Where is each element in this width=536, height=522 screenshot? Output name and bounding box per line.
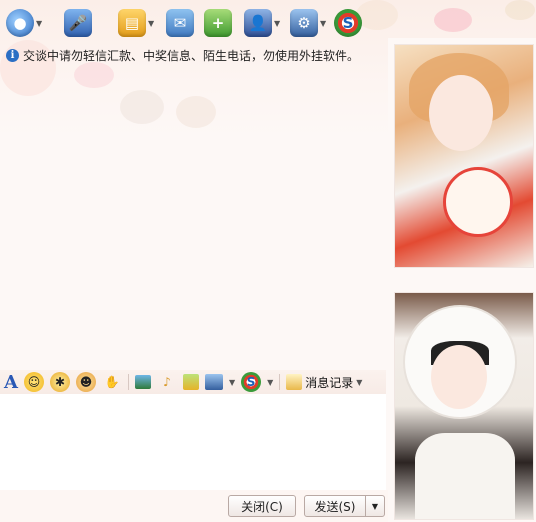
send-options-button[interactable]: ▼ (365, 495, 385, 517)
chevron-down-icon[interactable]: ▼ (320, 19, 326, 28)
screenshot-icon[interactable] (204, 374, 223, 390)
notice-text: 交谈中请勿轻信汇款、中奖信息、陌生电话，勿使用外挂软件。 (23, 48, 360, 63)
shake-window-icon[interactable]: ☻ (75, 372, 96, 392)
image-icon[interactable] (134, 375, 151, 389)
sogou-button[interactable]: S (334, 6, 362, 40)
gift-icon[interactable] (182, 374, 199, 390)
contact-card-icon: 👤 (244, 9, 272, 37)
music-icon[interactable]: ♪ (157, 372, 177, 392)
chat-window: ● ▼ 🎤 ▤ ▼ ✉ + 👤 ▼ ⚙ ▼ S i 交谈中请勿轻信汇款、中奖信息… (0, 0, 536, 522)
chevron-down-icon[interactable]: ▼ (356, 378, 362, 387)
my-photo[interactable] (394, 292, 534, 520)
photo-scarf (415, 433, 515, 519)
divider (127, 374, 129, 390)
info-icon: i (6, 48, 19, 62)
add-app-button[interactable]: + (204, 6, 232, 40)
gesture-icon[interactable]: ✋ (102, 372, 122, 392)
folder-transfer-icon: ▤ (118, 9, 146, 37)
message-history-area[interactable] (0, 66, 386, 368)
voice-button[interactable]: 🎤 (64, 6, 92, 40)
contact-photo[interactable] (394, 44, 534, 268)
email-button[interactable]: ✉ (166, 6, 194, 40)
decor-cloud (505, 0, 535, 20)
message-input[interactable] (0, 394, 386, 490)
divider (279, 374, 281, 390)
close-button[interactable]: 关闭(C) (228, 495, 296, 517)
photo-plush-toy (443, 167, 513, 237)
chevron-down-icon[interactable]: ▼ (229, 378, 235, 387)
chevron-down-icon[interactable]: ▼ (274, 19, 280, 28)
decor-cloud (434, 8, 472, 32)
chevron-down-icon[interactable]: ▼ (36, 19, 42, 28)
message-history-button[interactable]: 消息记录 ▼ (286, 374, 362, 391)
history-icon (286, 374, 303, 390)
sogou-icon: S (334, 9, 362, 37)
add-app-icon: + (204, 9, 232, 37)
settings-app-icon: ⚙ (290, 9, 318, 37)
chevron-down-icon: ▼ (371, 501, 379, 511)
file-transfer-button[interactable]: ▤ ▼ (118, 6, 154, 40)
microphone-icon: 🎤 (64, 9, 92, 37)
app-settings-button[interactable]: ⚙ ▼ (290, 6, 326, 40)
chevron-down-icon[interactable]: ▼ (148, 19, 154, 28)
photo-face (429, 75, 493, 151)
magic-emoticon-icon[interactable]: ✱ (49, 372, 70, 392)
sogou-icon[interactable]: S (241, 372, 262, 392)
photo-face (431, 345, 487, 409)
contact-show-panel (388, 38, 536, 522)
webcam-button[interactable]: ● ▼ (6, 6, 42, 40)
font-button[interactable]: A (4, 372, 18, 393)
chevron-down-icon[interactable]: ▼ (267, 378, 273, 387)
emoticon-icon[interactable]: ☺ (23, 372, 44, 392)
action-bar: 关闭(C) 发送(S) ▼ (0, 490, 388, 522)
input-toolbar: A ☺ ✱ ☻ ✋ ♪ ▼ S ▼ 消息记录 ▼ (0, 370, 386, 394)
message-history-label: 消息记录 (305, 375, 354, 390)
send-button[interactable]: 发送(S) (304, 495, 366, 517)
email-icon: ✉ (166, 9, 194, 37)
contact-card-button[interactable]: 👤 ▼ (244, 6, 280, 40)
chat-toolbar: ● ▼ 🎤 ▤ ▼ ✉ + 👤 ▼ ⚙ ▼ S (0, 6, 380, 42)
security-notice: i 交谈中请勿轻信汇款、中奖信息、陌生电话，勿使用外挂软件。 (6, 46, 386, 64)
webcam-icon: ● (6, 9, 34, 37)
